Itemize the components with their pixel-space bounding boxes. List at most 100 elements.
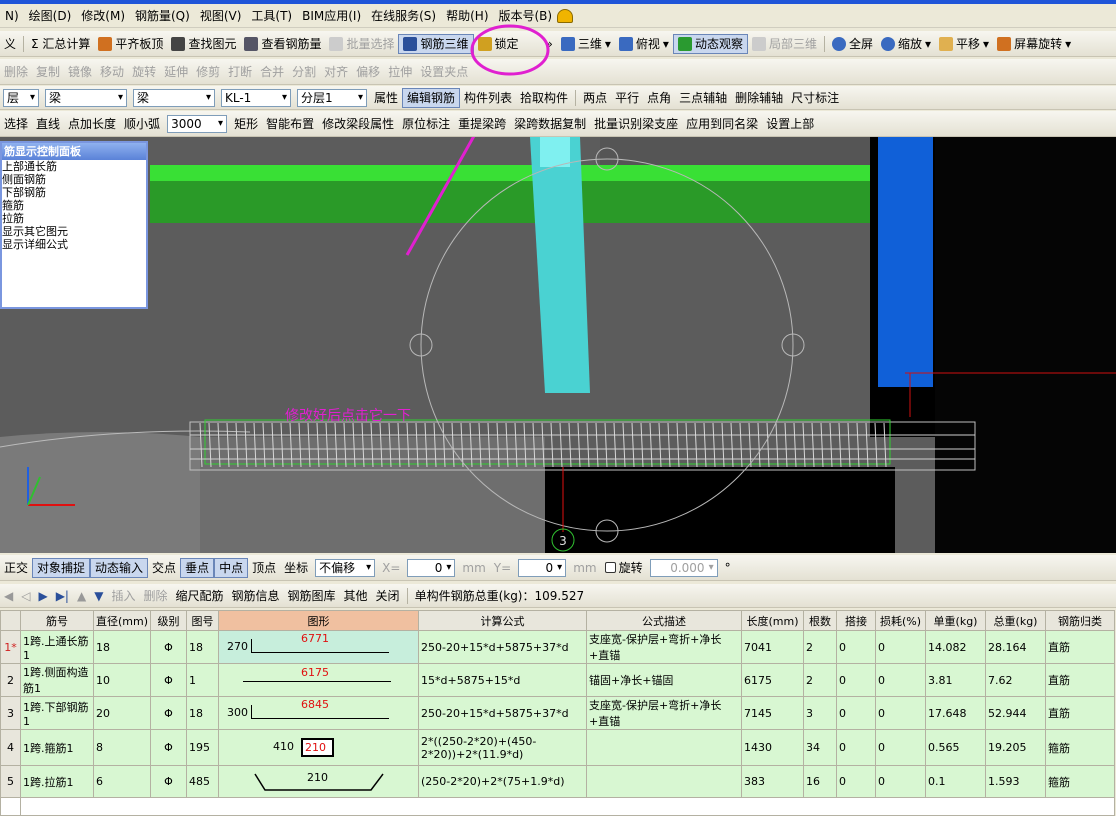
- apply-same-beam-button[interactable]: 应用到同名梁: [682, 114, 762, 134]
- menu-item[interactable]: BIM应用(I): [297, 7, 366, 24]
- col-header[interactable]: 图形: [218, 610, 419, 631]
- col-header[interactable]: 长度(mm): [741, 610, 804, 631]
- cell-class[interactable]: 直筋: [1045, 663, 1115, 697]
- set-top-button[interactable]: 设置上部: [762, 114, 818, 134]
- close-button[interactable]: 关闭: [372, 586, 404, 606]
- rebar-library-button[interactable]: 钢筋图库: [284, 586, 340, 606]
- trim-button[interactable]: 修剪: [192, 62, 224, 82]
- align-slab-button[interactable]: 平齐板顶: [94, 34, 167, 54]
- cell-unit-weight[interactable]: 14.082: [925, 630, 986, 664]
- cell-formula[interactable]: 15*d+5875+15*d: [418, 663, 587, 697]
- cell-name[interactable]: 1跨.拉筋1: [20, 765, 94, 798]
- cell-formula[interactable]: 2*((250-2*20)+(450-2*20))+2*(11.9*d): [418, 729, 587, 766]
- find-element-button[interactable]: 查找图元: [167, 34, 240, 54]
- table-row[interactable]: 5 1跨.拉筋1 6 Φ 485 210 (250-2*20)+2*(75+1.…: [0, 765, 1115, 798]
- cell-loss[interactable]: 0: [875, 729, 926, 766]
- col-header[interactable]: 钢筋归类: [1045, 610, 1115, 631]
- cell-count[interactable]: 16: [803, 765, 837, 798]
- cell-shape[interactable]: 300 6845: [218, 696, 419, 730]
- fullscreen-button[interactable]: 全屏: [828, 34, 877, 54]
- delete-row-button[interactable]: 删除: [139, 586, 171, 606]
- cell-formula[interactable]: (250-2*20)+2*(75+1.9*d): [418, 765, 587, 798]
- menu-item[interactable]: 钢筋量(Q): [130, 7, 195, 24]
- three-point-axis-button[interactable]: 三点辅轴: [675, 88, 731, 108]
- subtype-select[interactable]: 梁: [133, 88, 215, 107]
- dynamic-observe-button[interactable]: 动态观察: [672, 33, 748, 54]
- intersection-toggle[interactable]: 交点: [148, 558, 180, 578]
- split-button[interactable]: 分割: [288, 62, 320, 82]
- cell-diameter[interactable]: 18: [93, 630, 151, 664]
- arc-button[interactable]: 顺小弧: [120, 114, 164, 134]
- offset-select[interactable]: 不偏移: [315, 558, 376, 577]
- line-button[interactable]: 直线: [32, 114, 64, 134]
- cell-count[interactable]: 2: [803, 663, 837, 697]
- ortho-toggle[interactable]: 正交: [0, 558, 32, 578]
- panel-item[interactable]: 显示其它图元: [2, 225, 146, 238]
- col-header[interactable]: 根数: [803, 610, 837, 631]
- col-header[interactable]: 搭接: [836, 610, 876, 631]
- col-header[interactable]: 公式描述: [586, 610, 742, 631]
- cell-loss[interactable]: 0: [875, 630, 926, 664]
- col-header[interactable]: 筋号: [20, 610, 94, 631]
- menu-item[interactable]: 工具(T): [246, 7, 297, 24]
- in-situ-label-button[interactable]: 原位标注: [398, 114, 454, 134]
- view-rebar-button[interactable]: 查看钢筋量: [240, 34, 325, 54]
- nav-next-icon[interactable]: ▶: [34, 586, 51, 606]
- col-header[interactable]: 总重(kg): [985, 610, 1046, 631]
- rebar-display-panel[interactable]: 筋显示控制面板 上部通长筋 侧面钢筋 下部钢筋 箍筋 拉筋 显示其它图元 显示详…: [0, 141, 148, 309]
- cell-shape[interactable]: 6175: [218, 663, 419, 697]
- cell-desc[interactable]: 支座宽-保护层+弯折+净长+直锚: [586, 696, 742, 730]
- layer-select[interactable]: 分层1: [297, 88, 367, 107]
- cell-shape[interactable]: 270 6771: [218, 630, 419, 664]
- nav-prev-icon[interactable]: ◁: [17, 586, 34, 606]
- panel-item[interactable]: 显示详细公式: [2, 238, 146, 251]
- local-3d-button[interactable]: 局部三维: [748, 34, 821, 54]
- menu-item[interactable]: 视图(V): [195, 7, 247, 24]
- cell-length[interactable]: 7145: [741, 696, 804, 730]
- cell-total-weight[interactable]: 52.944: [985, 696, 1046, 730]
- cell-loss[interactable]: 0: [875, 696, 926, 730]
- col-header[interactable]: 单重(kg): [925, 610, 986, 631]
- cell-grade[interactable]: Φ: [150, 630, 187, 664]
- midpoint-toggle[interactable]: 中点: [214, 557, 249, 578]
- cell-fig[interactable]: 18: [186, 696, 219, 730]
- span-copy-button[interactable]: 梁跨数据复制: [510, 114, 590, 134]
- cell-grade[interactable]: Φ: [150, 663, 187, 697]
- cell-lap[interactable]: 0: [836, 765, 876, 798]
- perpendicular-toggle[interactable]: 垂点: [180, 557, 215, 578]
- y-input[interactable]: 0: [518, 558, 567, 577]
- table-row[interactable]: 4 1跨.箍筋1 8 Φ 195 410 210 2*((250-2*20)+(…: [0, 729, 1115, 766]
- cell-desc[interactable]: [586, 729, 742, 766]
- cell-class[interactable]: 直筋: [1045, 696, 1115, 730]
- panel-item[interactable]: 下部钢筋: [2, 186, 146, 199]
- cell-lap[interactable]: 0: [836, 663, 876, 697]
- zoom-button[interactable]: 缩放 ▾: [877, 34, 935, 54]
- 3d-viewport[interactable]: 3 筋显示控制面板 上部通长筋 侧面钢筋 下部钢筋 箍筋 拉筋 显示其它图元 显…: [0, 137, 1116, 553]
- cell-loss[interactable]: 0: [875, 663, 926, 697]
- floor-select[interactable]: 层: [3, 88, 39, 107]
- cell-formula[interactable]: 250-20+15*d+5875+37*d: [418, 696, 587, 730]
- cell-length[interactable]: 383: [741, 765, 804, 798]
- col-header[interactable]: 损耗(%): [875, 610, 926, 631]
- vertex-toggle[interactable]: 顶点: [248, 558, 280, 578]
- cell-count[interactable]: 2: [803, 630, 837, 664]
- cell-fig[interactable]: 18: [186, 630, 219, 664]
- cell-class[interactable]: 直筋: [1045, 630, 1115, 664]
- cell-shape[interactable]: 410 210: [218, 729, 419, 766]
- panel-item[interactable]: 箍筋: [2, 199, 146, 212]
- menu-item[interactable]: 在线服务(S): [366, 7, 441, 24]
- col-header[interactable]: 图号: [186, 610, 219, 631]
- point-length-button[interactable]: 点加长度: [64, 114, 120, 134]
- cell-name[interactable]: 1跨.侧面构造筋1: [20, 663, 94, 697]
- cell-grade[interactable]: Φ: [150, 765, 187, 798]
- toolbar-item[interactable]: 义: [0, 34, 20, 54]
- table-row[interactable]: 3 1跨.下部钢筋1 20 Φ 18 300 6845 250-20+15*d+…: [0, 696, 1115, 730]
- align-button[interactable]: 对齐: [320, 62, 352, 82]
- cell-class[interactable]: 箍筋: [1045, 765, 1115, 798]
- mirror-button[interactable]: 镜像: [64, 62, 96, 82]
- x-input[interactable]: 0: [407, 558, 456, 577]
- select-button[interactable]: 选择: [0, 114, 32, 134]
- col-header[interactable]: 直径(mm): [93, 610, 151, 631]
- nav-first-icon[interactable]: ◀: [0, 586, 17, 606]
- component-list-button[interactable]: 构件列表: [460, 88, 516, 108]
